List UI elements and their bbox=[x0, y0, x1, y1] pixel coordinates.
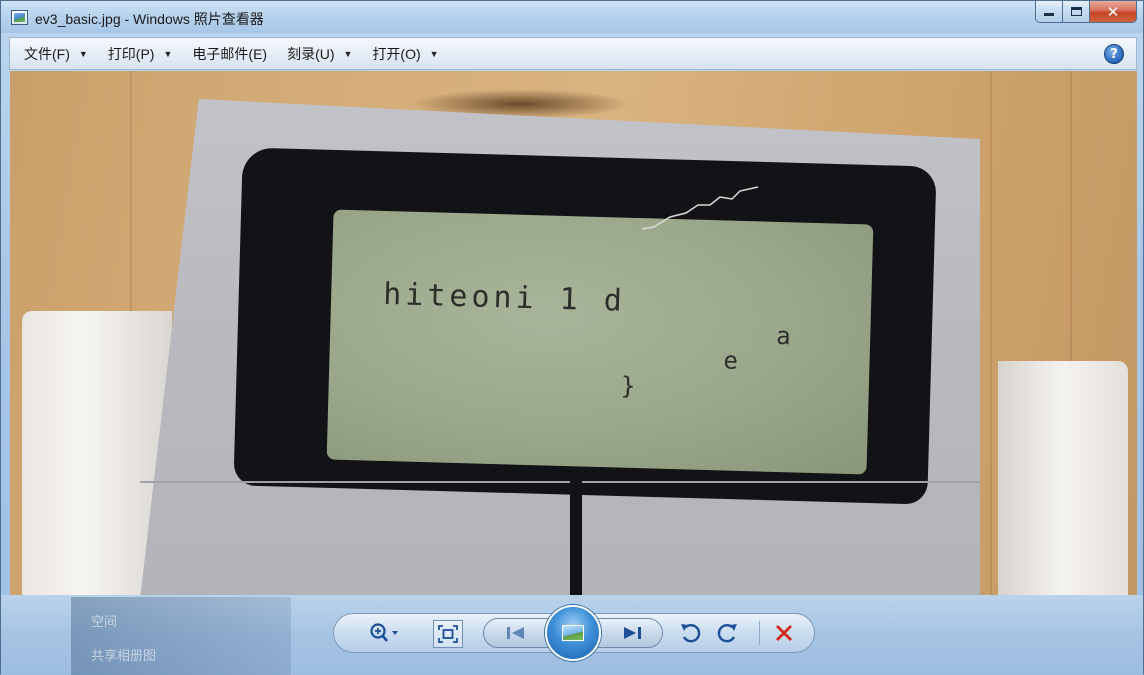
lcd-char-brace: } bbox=[620, 371, 640, 401]
close-button[interactable]: ✕ bbox=[1090, 1, 1137, 23]
menu-print-label: 打印(P) bbox=[107, 45, 155, 62]
chevron-down-icon: ▼ bbox=[78, 48, 88, 59]
rotate-counterclockwise-button[interactable] bbox=[677, 620, 703, 646]
button-gap bbox=[570, 481, 582, 595]
photo-viewer-window: ev3_basic.jpg - Windows 照片查看器 ✕ 文件(F) ▼ … bbox=[0, 0, 1144, 675]
menu-file[interactable]: 文件(F) ▼ bbox=[18, 41, 94, 67]
previous-button[interactable] bbox=[501, 622, 531, 644]
lcd-char-a: a bbox=[775, 321, 796, 351]
menu-file-label: 文件(F) bbox=[24, 45, 70, 62]
screen-crack bbox=[641, 186, 759, 230]
menu-burn[interactable]: 刻录(U) ▼ bbox=[281, 41, 358, 67]
next-button[interactable] bbox=[617, 622, 647, 644]
minimize-button[interactable] bbox=[1035, 1, 1063, 23]
slideshow-icon bbox=[562, 625, 584, 641]
right-white-block bbox=[998, 361, 1128, 595]
menu-bar: 文件(F) ▼ 打印(P) ▼ 电子邮件(E) 刻录(U) ▼ 打开(O) ▼ … bbox=[9, 37, 1137, 70]
photo-canvas[interactable]: hiteoni 1 d a e } bbox=[10, 71, 1137, 595]
lcd-screen: hiteoni 1 d a e } bbox=[326, 209, 874, 475]
actual-size-button[interactable] bbox=[433, 620, 463, 648]
rotate-clockwise-icon bbox=[717, 624, 737, 643]
wood-grain bbox=[990, 71, 992, 595]
maximize-icon bbox=[1070, 7, 1082, 16]
menu-open[interactable]: 打开(O) ▼ bbox=[366, 41, 444, 67]
rotate-clockwise-button[interactable] bbox=[715, 620, 741, 646]
next-icon bbox=[624, 627, 641, 639]
close-icon: ✕ bbox=[1106, 2, 1120, 21]
previous-icon bbox=[507, 627, 524, 639]
help-icon[interactable]: ? bbox=[1104, 44, 1124, 64]
lcd-char-e: e bbox=[723, 346, 743, 375]
menu-open-label: 打开(O) bbox=[372, 45, 421, 62]
rotate-counterclockwise-icon bbox=[681, 624, 701, 643]
slideshow-button[interactable] bbox=[545, 605, 601, 661]
menu-email-label: 电子邮件(E) bbox=[192, 45, 268, 62]
minimize-icon bbox=[1044, 13, 1054, 16]
delete-button[interactable] bbox=[771, 621, 797, 645]
chevron-down-icon: ▼ bbox=[343, 48, 353, 59]
caption-buttons: ✕ bbox=[1035, 1, 1137, 23]
photo-viewer-app-icon[interactable] bbox=[11, 10, 28, 25]
menu-burn-label: 刻录(U) bbox=[287, 45, 335, 62]
chevron-down-icon: ▼ bbox=[163, 48, 173, 59]
maximize-button[interactable] bbox=[1063, 1, 1090, 23]
zoom-button[interactable] bbox=[363, 621, 403, 645]
background-window-ghost: 空间 共享相册图 bbox=[71, 597, 291, 675]
button-seam bbox=[140, 481, 980, 483]
chevron-down-icon: ▼ bbox=[429, 48, 439, 59]
ghost-item-2: 共享相册图 bbox=[91, 648, 157, 663]
delete-icon bbox=[776, 625, 792, 641]
lcd-line-1: hiteoni 1 d bbox=[382, 276, 627, 319]
ghost-item-1: 空间 bbox=[91, 614, 118, 629]
window-title: ev3_basic.jpg - Windows 照片查看器 bbox=[35, 11, 264, 27]
zoom-icon bbox=[370, 623, 398, 642]
actual-size-icon bbox=[438, 625, 458, 643]
menu-email[interactable]: 电子邮件(E) bbox=[186, 41, 273, 67]
menu-print[interactable]: 打印(P) ▼ bbox=[102, 41, 179, 67]
title-bar[interactable]: ev3_basic.jpg - Windows 照片查看器 ✕ bbox=[1, 1, 1143, 33]
separator bbox=[759, 621, 760, 645]
